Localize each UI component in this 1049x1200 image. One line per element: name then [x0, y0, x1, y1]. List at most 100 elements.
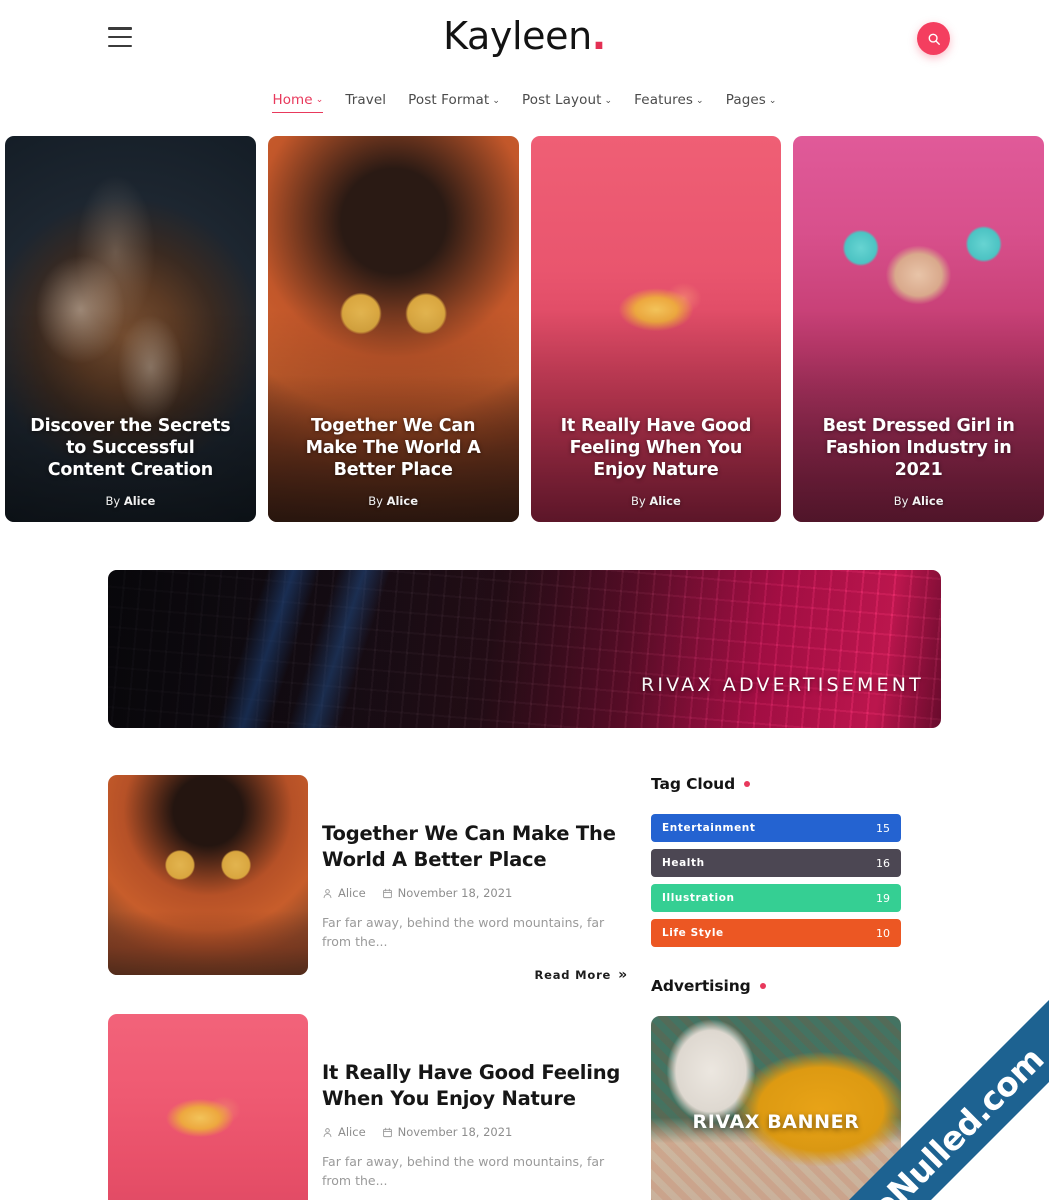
tag-name: Life Style — [662, 927, 724, 939]
post-item: It Really Have Good Feeling When You Enj… — [108, 1013, 628, 1200]
nav-item-features[interactable]: Features ⌄ — [634, 92, 704, 112]
post-date-text: November 18, 2021 — [397, 886, 513, 901]
tag-bar-life-style[interactable]: Life Style 10 — [651, 919, 901, 947]
post-author-name: Alice — [338, 1125, 366, 1140]
read-more-link[interactable]: Read More » — [322, 968, 628, 982]
post-title[interactable]: It Really Have Good Feeling When You Enj… — [322, 1060, 628, 1111]
tag-name: Illustration — [662, 892, 735, 904]
post-author[interactable]: Alice — [322, 886, 366, 900]
featured-card-byline: By Alice — [894, 494, 944, 508]
post-item: Together We Can Make The World A Better … — [108, 775, 628, 982]
post-thumbnail[interactable] — [108, 775, 308, 975]
sidebar: Tag Cloud Entertainment 15 Health 16 Ill… — [651, 775, 901, 1200]
chevron-down-icon: ⌄ — [604, 95, 613, 106]
accent-dot-icon — [744, 781, 751, 787]
widget-advertising: Advertising RIVAX BANNER — [651, 977, 901, 1200]
user-icon — [323, 1128, 332, 1138]
nav-label: Pages — [725, 92, 766, 108]
tag-name: Entertainment — [662, 822, 756, 834]
nav-label: Post Layout — [521, 92, 602, 108]
featured-card-title: Together We Can Make The World A Better … — [305, 416, 481, 481]
tag-count: 19 — [876, 891, 890, 905]
chevron-down-icon: ⌄ — [768, 95, 777, 106]
tag-count: 15 — [876, 821, 890, 835]
featured-card-title: Best Dressed Girl in Fashion Industry in… — [822, 416, 1015, 481]
chevron-down-icon: ⌄ — [696, 95, 704, 106]
widget-title-text: Tag Cloud — [651, 775, 736, 793]
post-excerpt: Far far away, behind the word mountains,… — [322, 915, 605, 950]
tag-bar-health[interactable]: Health 16 — [651, 849, 901, 877]
nav-item-travel[interactable]: Travel — [345, 92, 386, 112]
post-thumbnail[interactable] — [108, 1013, 308, 1200]
site-logo[interactable]: Kayleen. — [0, 14, 1049, 58]
chevron-right-icon: » — [618, 966, 628, 983]
author-name: Alice — [123, 494, 156, 508]
read-more-label: Read More — [534, 967, 612, 982]
chevron-down-icon: ⌄ — [315, 95, 324, 105]
featured-card-title: It Really Have Good Feeling When You Enj… — [560, 416, 752, 481]
featured-card-byline: By Alice — [631, 494, 681, 508]
tag-count: 10 — [876, 926, 890, 940]
advertisement-banner-wrapper: RIVAX ADVERTISEMENT — [0, 522, 1049, 728]
featured-card[interactable]: Discover the Secrets to Successful Conte… — [5, 136, 256, 522]
accent-dot-icon — [759, 983, 766, 989]
featured-posts-grid: Discover the Secrets to Successful Conte… — [0, 136, 1049, 522]
featured-card-title: Discover the Secrets to Successful Conte… — [30, 416, 231, 481]
featured-card[interactable]: Together We Can Make The World A Better … — [267, 136, 519, 522]
calendar-icon — [382, 888, 392, 899]
by-label: By — [630, 494, 646, 508]
author-name: Alice — [649, 494, 681, 508]
post-content: Together We Can Make The World A Better … — [322, 775, 628, 982]
advertisement-banner[interactable]: RIVAX ADVERTISEMENT — [108, 570, 941, 728]
widget-title: Tag Cloud — [651, 775, 901, 793]
widget-title: Advertising — [651, 977, 901, 995]
search-button[interactable] — [917, 22, 950, 55]
post-meta: Alice November 18, 2021 — [322, 1125, 628, 1139]
page-root: Kayleen. Home ⌄ Travel Post Format ⌄ Pos… — [0, 0, 1049, 1200]
post-author[interactable]: Alice — [322, 1125, 366, 1139]
nav-label: Post Format — [408, 92, 490, 108]
tag-name: Health — [662, 857, 705, 869]
user-icon — [323, 889, 332, 899]
content-area: Together We Can Make The World A Better … — [0, 728, 1049, 1200]
post-excerpt: Far far away, behind the word mountains,… — [322, 1154, 605, 1189]
main-navigation: Home ⌄ Travel Post Format ⌄ Post Layout … — [0, 84, 1049, 120]
tag-bar-entertainment[interactable]: Entertainment 15 — [651, 814, 901, 842]
author-name: Alice — [912, 494, 944, 508]
featured-card-byline: By Alice — [105, 494, 155, 508]
featured-card[interactable]: It Really Have Good Feeling When You Enj… — [530, 136, 782, 522]
tag-bar-illustration[interactable]: Illustration 19 — [651, 884, 901, 912]
post-date[interactable]: November 18, 2021 — [382, 1125, 513, 1140]
sidebar-ad-banner[interactable]: RIVAX BANNER — [651, 1016, 901, 1200]
nav-item-post-layout[interactable]: Post Layout ⌄ — [522, 92, 612, 112]
by-label: By — [105, 494, 121, 508]
post-author-name: Alice — [338, 886, 366, 901]
post-content: It Really Have Good Feeling When You Enj… — [322, 1014, 628, 1200]
nav-label: Features — [634, 92, 694, 108]
post-date-text: November 18, 2021 — [397, 1125, 513, 1140]
by-label: By — [893, 494, 909, 508]
author-name: Alice — [386, 494, 418, 508]
logo-text: Kayleen — [443, 14, 592, 58]
post-date[interactable]: November 18, 2021 — [382, 886, 513, 901]
nav-item-home[interactable]: Home ⌄ — [272, 91, 324, 113]
post-list: Together We Can Make The World A Better … — [108, 775, 628, 1200]
featured-card-byline: By Alice — [368, 494, 418, 508]
widget-tag-cloud: Tag Cloud Entertainment 15 Health 16 Ill… — [651, 775, 901, 947]
tag-count: 16 — [876, 856, 890, 870]
nav-item-post-format[interactable]: Post Format ⌄ — [408, 92, 500, 112]
logo-dot: . — [591, 14, 606, 58]
nav-label: Home — [272, 91, 313, 108]
nav-item-pages[interactable]: Pages ⌄ — [726, 92, 777, 112]
featured-card[interactable]: Best Dressed Girl in Fashion Industry in… — [793, 136, 1044, 522]
widget-title-text: Advertising — [651, 977, 751, 995]
search-icon — [928, 33, 940, 45]
post-title[interactable]: Together We Can Make The World A Better … — [322, 821, 628, 872]
site-header: Kayleen. — [0, 0, 1049, 78]
calendar-icon — [382, 1127, 392, 1138]
by-label: By — [368, 494, 383, 508]
chevron-down-icon: ⌄ — [492, 95, 500, 106]
advertisement-banner-text: RIVAX ADVERTISEMENT — [640, 674, 924, 696]
post-meta: Alice November 18, 2021 — [322, 886, 628, 900]
sidebar-ad-text: RIVAX BANNER — [692, 1111, 860, 1133]
